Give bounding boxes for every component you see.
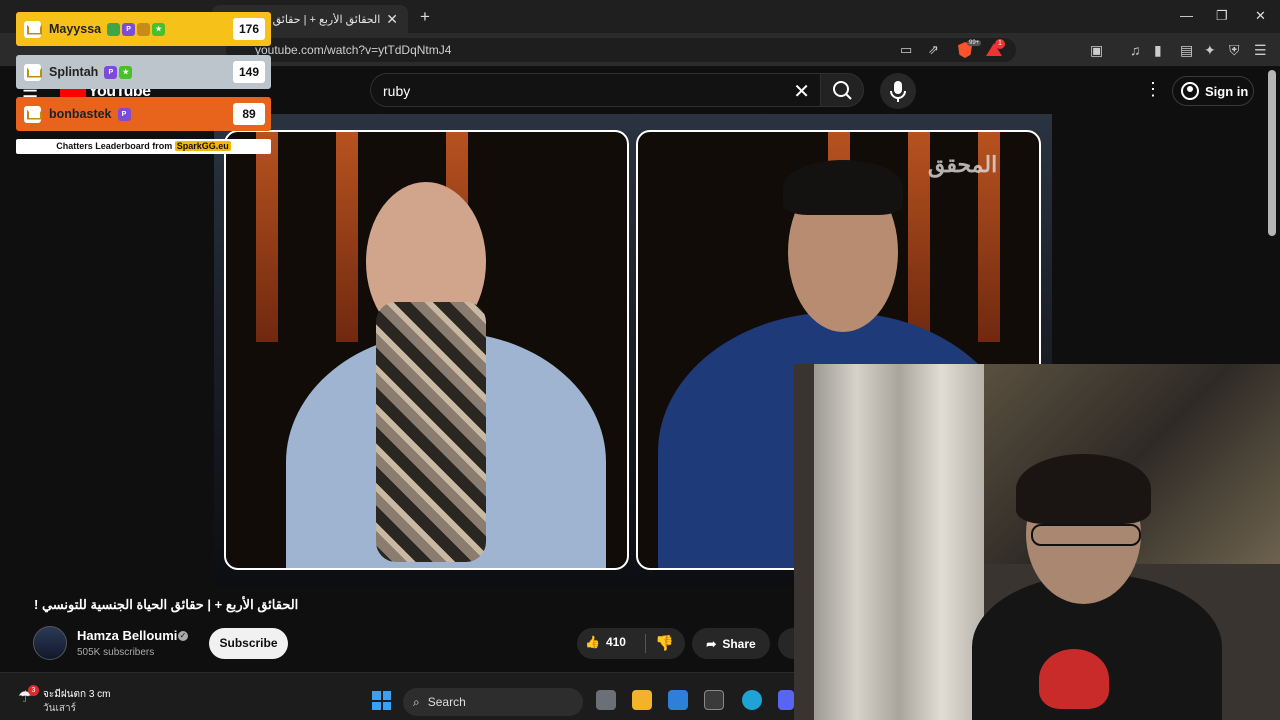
user-icon <box>1181 82 1199 100</box>
like-divider <box>645 634 646 653</box>
star-badge-icon: ★ <box>119 65 133 79</box>
screen: الحقائق الأربع + | حقائق الحياة الجنسية … <box>0 0 1280 720</box>
wallet-icon[interactable]: ▤ <box>1180 42 1193 59</box>
like-button[interactable]: 👍 410 <box>585 635 626 649</box>
share-label: Share <box>722 636 756 651</box>
search-icon <box>833 81 852 100</box>
search-input[interactable]: ruby ✕ <box>370 73 820 107</box>
leaderboard-entry: Splintah P ★ 149 <box>16 55 271 89</box>
weather-forecast[interactable]: จะมีฝนตก 3 cm <box>43 687 111 702</box>
restore-icon[interactable]: ❐ <box>1216 8 1228 24</box>
subscribe-button[interactable]: Subscribe <box>209 628 288 659</box>
search-button[interactable] <box>820 73 864 107</box>
weather-badge: 3 <box>28 685 39 696</box>
video-frame-left <box>224 130 629 570</box>
vpn-icon[interactable]: ⛨ <box>1229 42 1240 59</box>
url-text[interactable]: youtube.com/watch?v=ytTdDqNtmJ4 <box>255 43 451 57</box>
more-actions-button[interactable] <box>778 628 794 659</box>
verified-icon: ✓ <box>178 631 188 641</box>
streamer-webcam <box>794 364 1280 720</box>
app-icon[interactable] <box>704 690 724 710</box>
brave-shields-count: 99+ <box>967 40 982 46</box>
star-badge-icon: ★ <box>152 22 166 36</box>
voice-search-button[interactable] <box>880 73 916 109</box>
screenshot-icon[interactable]: ▣ <box>1090 42 1103 59</box>
minimize-icon[interactable]: — <box>1180 8 1193 23</box>
leaderboard-footer: Chatters Leaderboard from SparkGG.eu <box>16 139 271 154</box>
leaderboard-score: 89 <box>233 103 265 125</box>
video-title: الحقائق الأربع + | حقائق الحياة الجنسية … <box>34 597 299 612</box>
discord-icon[interactable] <box>778 690 794 710</box>
taskbar-search[interactable]: ⌕ Search <box>403 688 583 716</box>
like-dislike-group: 👍 410 👎 <box>577 628 685 659</box>
omnibox[interactable]: youtube.com/watch?v=ytTdDqNtmJ4 ▭ ⇗ <box>226 38 1016 62</box>
mario-shirt-graphic <box>1039 649 1109 709</box>
store-icon[interactable] <box>668 690 688 710</box>
microphone-icon <box>890 81 906 102</box>
leaderboard-name: bonbastek <box>49 107 112 121</box>
like-count: 410 <box>605 635 626 649</box>
badge-icon <box>107 22 121 36</box>
prime-badge-icon: P <box>122 22 136 36</box>
close-tab-icon[interactable]: ✕ <box>386 11 398 28</box>
windows-start-icon[interactable] <box>372 691 391 710</box>
taskbar-search-label: Search <box>427 695 466 709</box>
share-icon: ➦ <box>706 636 717 651</box>
thumbs-down-icon[interactable]: 👎 <box>655 634 674 652</box>
thumbs-up-icon: 👍 <box>585 635 600 649</box>
leo-ai-icon[interactable]: ✦ <box>1204 42 1216 59</box>
channel-watermark: المحقق <box>928 152 998 177</box>
cast-icon[interactable]: ▭ <box>900 42 912 58</box>
leaderboard-entry: bonbastek P 89 <box>16 97 271 131</box>
channel-name[interactable]: Hamza Belloumi <box>77 628 177 643</box>
task-view-icon[interactable] <box>596 690 616 710</box>
leaderboard-name: Splintah <box>49 65 99 79</box>
share-page-icon[interactable]: ⇗ <box>928 42 939 58</box>
crown-icon <box>24 105 41 123</box>
page-scrollbar[interactable] <box>1268 70 1276 236</box>
badge-icon <box>137 22 151 36</box>
clear-search-icon[interactable]: ✕ <box>793 79 810 104</box>
prime-badge-icon: P <box>104 65 118 79</box>
window-close-icon[interactable]: ✕ <box>1255 8 1266 24</box>
leaderboard-score: 149 <box>233 61 265 83</box>
menu-icon[interactable]: ☰ <box>1254 42 1267 59</box>
leaderboard-score: 176 <box>233 18 265 40</box>
edge-icon[interactable] <box>742 690 762 710</box>
subscriber-count: 505K subscribers <box>77 647 155 658</box>
search-icon: ⌕ <box>413 694 420 709</box>
rewards-badge: 1 <box>995 39 1005 49</box>
weather-day: วันเสาร์ <box>43 703 76 714</box>
search-query[interactable]: ruby <box>383 83 410 99</box>
windows-taskbar: ☂ 3 จะมีฝนตก 3 cm วันเสาร์ ⌕ Search <box>0 672 794 720</box>
glasses-graphic <box>1031 524 1141 546</box>
crown-icon <box>24 20 41 38</box>
file-explorer-icon[interactable] <box>632 690 652 710</box>
sign-in-button[interactable]: Sign in <box>1172 76 1254 106</box>
crown-icon <box>24 63 41 81</box>
prime-badge-icon: P <box>117 107 131 121</box>
music-icon[interactable]: ♫ <box>1130 42 1141 58</box>
leaderboard-entry: Mayyssa P ★ 176 <box>16 12 271 46</box>
footer-text: Chatters Leaderboard from <box>56 141 173 151</box>
channel-avatar[interactable] <box>33 626 67 660</box>
settings-more-icon[interactable]: ⋮ <box>1144 79 1162 100</box>
new-tab-icon[interactable]: + <box>420 7 430 27</box>
footer-brand: SparkGG.eu <box>174 141 231 151</box>
share-button[interactable]: ➦ Share <box>692 628 770 659</box>
leaderboard-name: Mayyssa <box>49 22 102 36</box>
sidebar-icon[interactable]: ▮ <box>1154 42 1162 59</box>
sign-in-label: Sign in <box>1205 83 1249 99</box>
